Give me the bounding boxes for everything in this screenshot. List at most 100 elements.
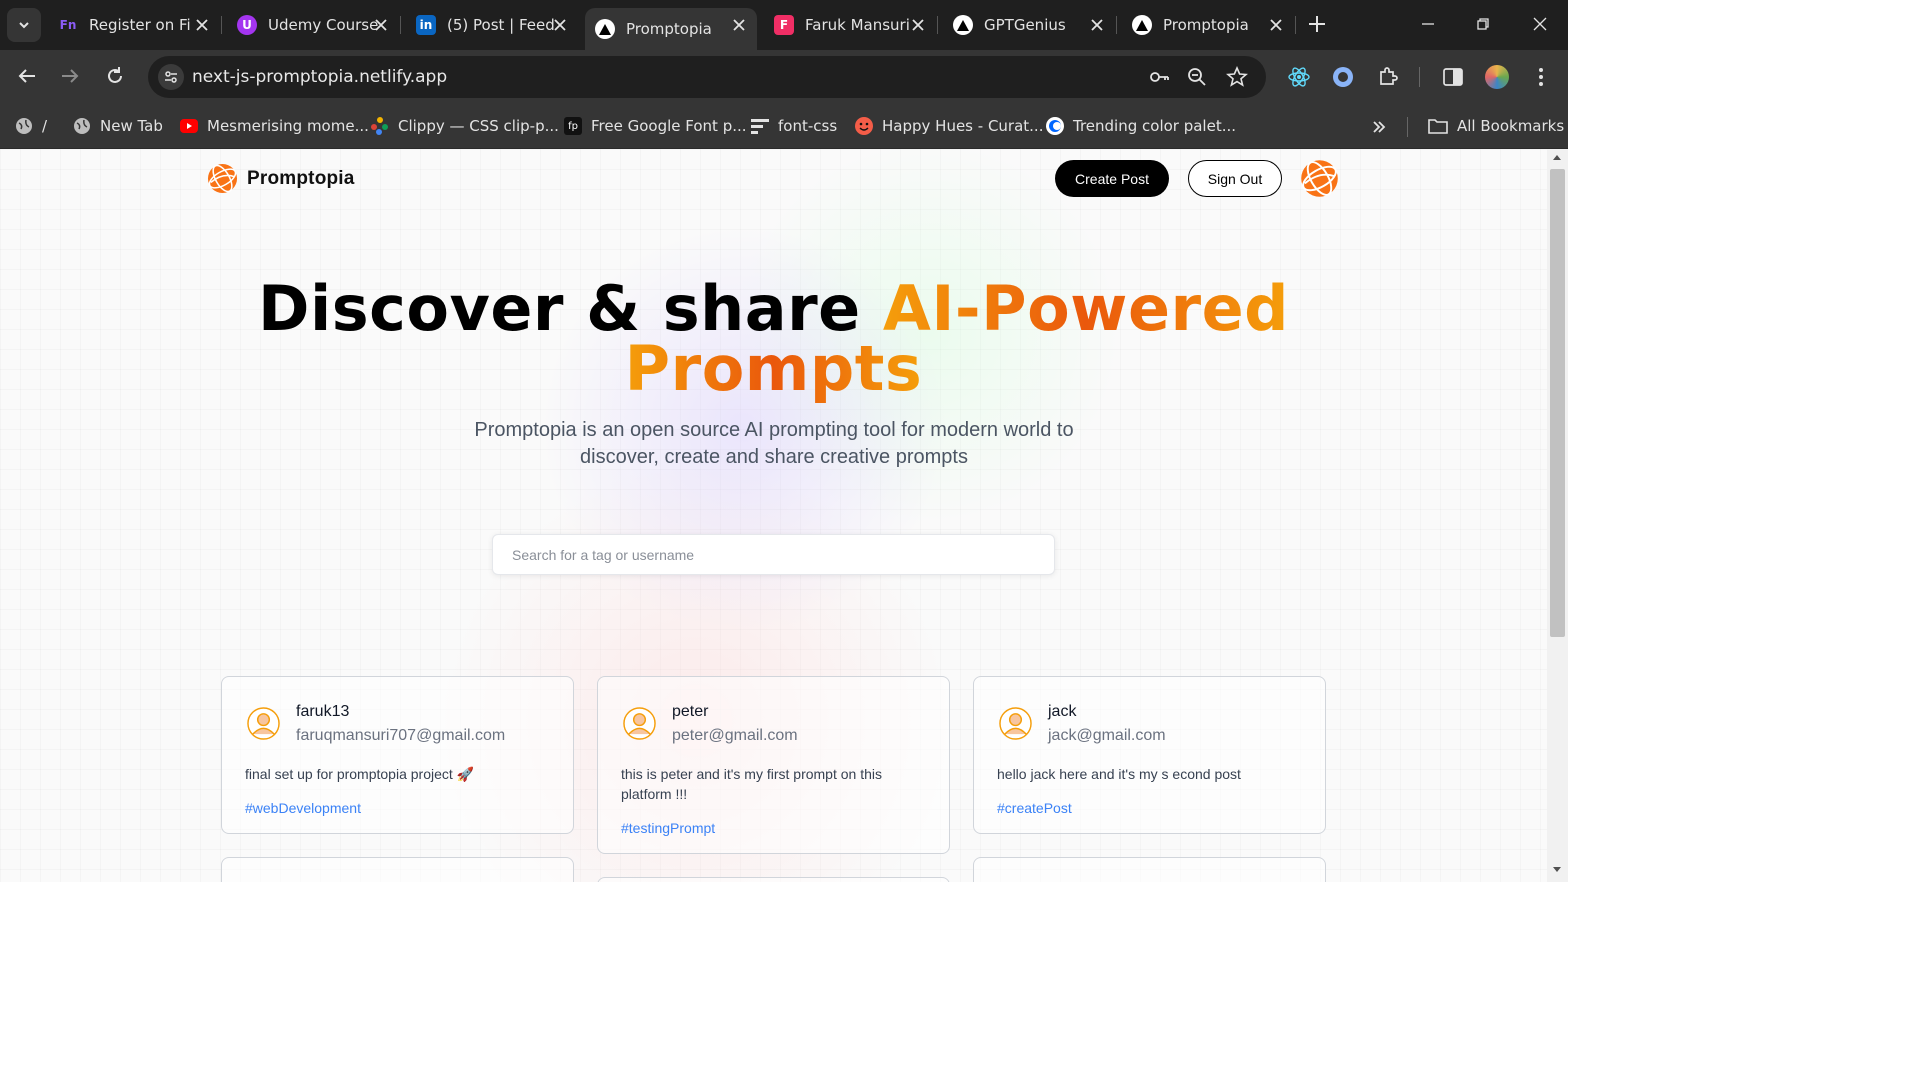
close-icon[interactable]: [1268, 17, 1284, 33]
extension-circle-icon[interactable]: [1331, 65, 1355, 89]
fontpair-icon: fp: [564, 117, 582, 135]
close-icon[interactable]: [910, 17, 926, 33]
profile-globe-icon: [1301, 160, 1338, 197]
tab-title: Faruk Mansuri: [805, 16, 910, 34]
bookmark-label: Trending color palet...: [1073, 117, 1237, 135]
tab-promptopia-active[interactable]: Promptopia: [585, 8, 757, 50]
search-input[interactable]: [492, 534, 1055, 575]
udemy-favicon-icon: U: [237, 15, 257, 35]
page-viewport: Promptopia Create Post Sign Out Discover…: [0, 149, 1547, 882]
tab-separator: [1116, 16, 1117, 34]
prompt-card[interactable]: faruk13 faruqmansuri707@gmail.com final …: [221, 676, 574, 834]
scroll-down-arrow-icon[interactable]: [1553, 867, 1561, 872]
tab-separator: [400, 16, 401, 34]
post-username: jack: [1048, 703, 1077, 720]
window-close-icon[interactable]: [1530, 14, 1550, 34]
clippy-icon: [371, 117, 389, 135]
url-text[interactable]: next-js-promptopia.netlify.app: [192, 67, 447, 87]
prompt-card-partial[interactable]: [597, 877, 950, 882]
tab-gptgenius[interactable]: GPTGenius: [943, 8, 1115, 42]
tab-title: GPTGenius: [984, 16, 1066, 34]
tab-linkedin[interactable]: in (5) Post | Feed: [406, 8, 578, 42]
profile-avatar[interactable]: [1485, 65, 1509, 89]
prompt-card[interactable]: jack jack@gmail.com hello jack here and …: [973, 676, 1326, 834]
back-arrow-icon[interactable]: [16, 65, 38, 87]
bookmark-new-tab[interactable]: New Tab: [73, 115, 163, 137]
tab-search-button[interactable]: [7, 8, 41, 42]
logo-link[interactable]: Promptopia: [207, 163, 355, 194]
all-bookmarks-folder[interactable]: All Bookmarks: [1428, 115, 1564, 137]
coolors-icon: [1046, 117, 1064, 135]
key-icon[interactable]: [1148, 66, 1170, 88]
post-tag[interactable]: #webDevelopment: [245, 800, 361, 816]
forward-arrow-icon[interactable]: [59, 65, 81, 87]
zoom-icon[interactable]: [1186, 66, 1208, 88]
tab-faruk[interactable]: F Faruk Mansuri: [764, 8, 936, 42]
overflow-chevron-icon[interactable]: [1371, 119, 1387, 135]
bookmark-fontpair[interactable]: fp Free Google Font p...: [564, 115, 747, 137]
vercel-triangle-icon: [1132, 15, 1152, 35]
close-icon[interactable]: [552, 17, 568, 33]
bookmark-trending-palettes[interactable]: Trending color palet...: [1046, 115, 1236, 137]
post-tag[interactable]: #testingPrompt: [621, 820, 715, 836]
reload-icon[interactable]: [104, 65, 126, 87]
post-email: peter@gmail.com: [672, 727, 798, 744]
bookmark-label: Happy Hues - Curat...: [882, 117, 1044, 135]
bookmark-star-icon[interactable]: [1226, 66, 1248, 88]
side-panel-icon[interactable]: [1441, 65, 1465, 89]
globe-icon: [15, 117, 33, 135]
post-tag[interactable]: #createPost: [997, 800, 1072, 816]
restore-icon[interactable]: [1473, 14, 1493, 34]
bookmark-mesmerising[interactable]: Mesmerising mome...: [180, 115, 369, 137]
create-post-button[interactable]: Create Post: [1055, 160, 1169, 197]
bookmark-root[interactable]: /: [15, 115, 47, 137]
sign-out-button[interactable]: Sign Out: [1188, 160, 1282, 197]
prompt-card[interactable]: peter peter@gmail.com this is peter and …: [597, 676, 950, 854]
address-bar[interactable]: next-js-promptopia.netlify.app: [148, 56, 1266, 98]
hero-title-highlight-2: Prompts: [624, 332, 923, 405]
prompt-card-partial[interactable]: [973, 857, 1326, 882]
puzzle-extensions-icon[interactable]: [1376, 65, 1400, 89]
user-placeholder-icon: [999, 707, 1032, 745]
post-username: peter: [672, 703, 709, 720]
tab-separator: [937, 16, 938, 34]
fn-favicon-icon: Fn: [59, 18, 77, 32]
bookmark-happy-hues[interactable]: Happy Hues - Curat...: [855, 115, 1043, 137]
kebab-menu-icon[interactable]: [1529, 65, 1553, 89]
site-info-button[interactable]: [158, 64, 184, 90]
lines-icon: [751, 117, 769, 135]
globe-icon: [73, 117, 91, 135]
scrollbar-thumb[interactable]: [1550, 169, 1565, 637]
tab-udemy[interactable]: U Udemy Course: [227, 8, 399, 42]
bookmark-label: Clippy — CSS clip-p...: [398, 117, 559, 135]
post-username: faruk13: [296, 703, 350, 720]
scroll-up-arrow-icon[interactable]: [1553, 155, 1561, 160]
folder-icon: [1428, 117, 1448, 135]
bookmark-label: Mesmerising mome...: [207, 117, 369, 135]
hero-subtitle: Promptopia is an open source AI promptin…: [474, 419, 1074, 468]
bookmarks-separator: [1407, 117, 1408, 137]
close-icon[interactable]: [1089, 17, 1105, 33]
prompt-card-partial[interactable]: [221, 857, 574, 882]
tab-title: Promptopia: [626, 20, 712, 38]
bookmark-label: Free Google Font p...: [591, 117, 747, 135]
bookmark-font-css[interactable]: font-css: [751, 115, 837, 137]
tab-promptopia-2[interactable]: Promptopia: [1122, 8, 1294, 42]
bookmarks-bar: / New Tab Mesmerising mome... Clippy — C…: [0, 104, 1568, 149]
close-icon[interactable]: [731, 17, 747, 33]
close-icon[interactable]: [194, 17, 210, 33]
all-bookmarks-label: All Bookmarks: [1457, 117, 1565, 135]
browser-tab-strip: Fn Register on Fi U Udemy Course in (5) …: [0, 0, 1568, 50]
tab-separator: [221, 16, 222, 34]
new-tab-plus-icon[interactable]: [1306, 13, 1328, 35]
vercel-triangle-icon: [595, 19, 615, 39]
chevron-down-icon: [19, 22, 29, 29]
promptopia-logo-icon: [207, 163, 238, 194]
user-avatar[interactable]: [1300, 159, 1339, 203]
react-devtools-icon[interactable]: [1287, 65, 1311, 89]
page-scrollbar[interactable]: [1547, 149, 1568, 882]
bookmark-clippy[interactable]: Clippy — CSS clip-p...: [371, 115, 559, 137]
minimize-icon[interactable]: [1418, 14, 1438, 34]
tab-register[interactable]: Fn Register on Fi: [48, 8, 220, 42]
close-icon[interactable]: [373, 17, 389, 33]
